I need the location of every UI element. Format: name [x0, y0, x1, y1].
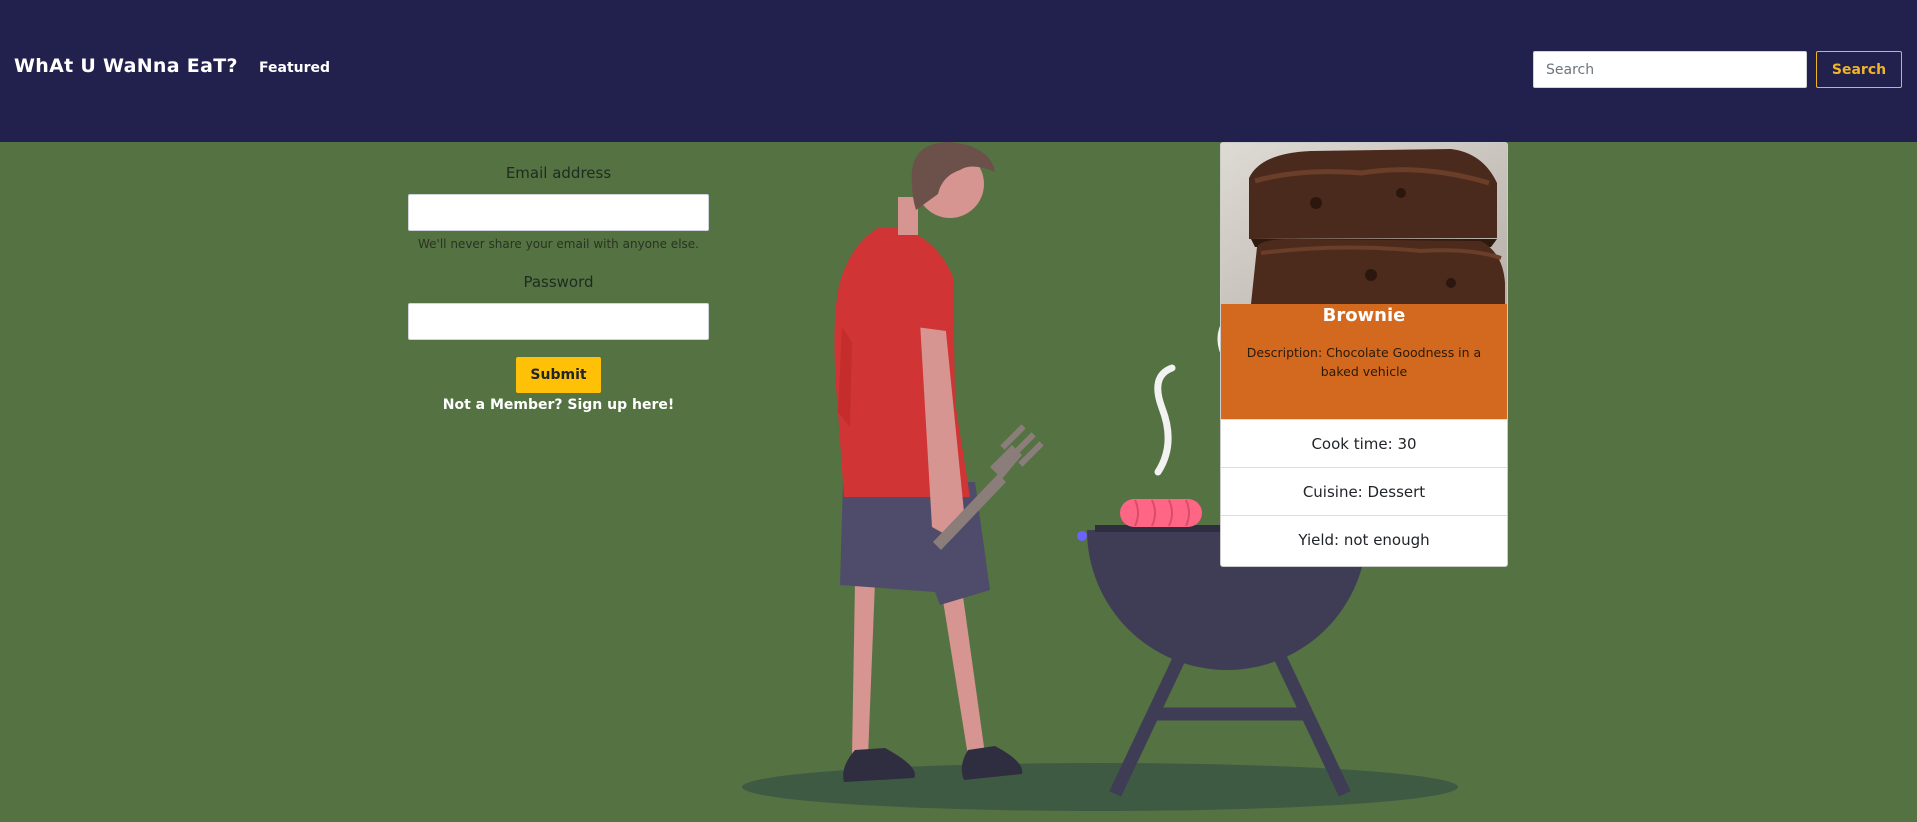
grill-handle [1077, 531, 1087, 541]
email-label: Email address [505, 164, 612, 182]
yield-item: Yield: not enough [1221, 515, 1507, 563]
submit-button[interactable]: Submit [516, 357, 601, 393]
cook-time-item: Cook time: 30 [1221, 419, 1507, 467]
person [834, 142, 1023, 782]
card-details-list: Cook time: 30 Cuisine: Dessert Yield: no… [1221, 419, 1507, 563]
signup-link[interactable]: Not a Member? Sign up here! [408, 397, 709, 413]
email-help-text: We'll never share your email with anyone… [418, 237, 699, 251]
card-title: Brownie [1322, 305, 1406, 326]
password-field[interactable] [408, 303, 709, 340]
search-input[interactable] [1533, 51, 1807, 88]
nav-link-featured[interactable]: Featured [259, 60, 330, 76]
navbar: WhAt U WaNna EaT? Featured Search [0, 0, 1917, 142]
password-label: Password [523, 273, 594, 291]
brownie-photo [1221, 143, 1507, 304]
recipe-card[interactable]: Brownie Description: Chocolate Goodness … [1220, 142, 1508, 567]
smoke [1154, 364, 1176, 476]
card-description: Description: Chocolate Goodness in a bak… [1246, 345, 1482, 379]
email-field[interactable] [408, 194, 709, 231]
brand-logo-link[interactable]: WhAt U WaNna EaT? [14, 55, 238, 77]
cuisine-item: Cuisine: Dessert [1221, 467, 1507, 515]
search-button[interactable]: Search [1816, 51, 1902, 88]
